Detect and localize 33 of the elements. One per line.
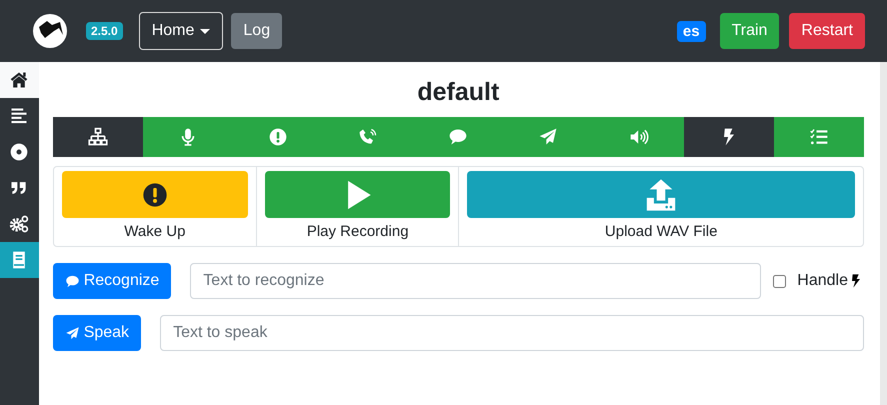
handle-checkbox[interactable] bbox=[773, 274, 786, 288]
sidebar-item[interactable] bbox=[0, 62, 39, 98]
logo[interactable] bbox=[32, 13, 68, 49]
network-icon bbox=[88, 127, 108, 147]
action-button[interactable] bbox=[62, 171, 248, 218]
chat-bubble-icon bbox=[64, 274, 80, 288]
language-badge: es bbox=[676, 20, 706, 42]
exclamation-icon bbox=[140, 180, 169, 208]
exclamation-icon bbox=[268, 127, 288, 147]
home-dropdown[interactable]: Home bbox=[138, 12, 224, 50]
checklist-icon bbox=[808, 127, 829, 147]
paper-plane-icon bbox=[64, 326, 80, 340]
version-badge: 2.5.0 bbox=[86, 22, 123, 40]
train-button[interactable]: Train bbox=[720, 13, 780, 49]
action-label: Play Recording bbox=[306, 223, 410, 240]
restart-button[interactable]: Restart bbox=[789, 13, 865, 49]
recognize-input[interactable]: Text to recognize bbox=[190, 263, 762, 299]
tab[interactable] bbox=[52, 117, 143, 157]
speak-button[interactable]: Speak bbox=[52, 315, 142, 351]
chat-bubble-icon bbox=[448, 127, 468, 147]
settings-icon bbox=[9, 214, 30, 234]
page-title: default bbox=[416, 78, 500, 107]
action-label: Upload WAV File bbox=[604, 223, 718, 240]
paper-plane-icon bbox=[538, 127, 558, 147]
recognize-button[interactable]: Recognize bbox=[52, 263, 172, 299]
log-button[interactable]: Log bbox=[231, 13, 282, 49]
speak-input[interactable]: Text to speak bbox=[160, 315, 864, 351]
text-lines-icon bbox=[9, 106, 30, 126]
tab[interactable] bbox=[684, 117, 774, 157]
speaker-icon bbox=[628, 127, 649, 147]
handle-label: Handle bbox=[797, 272, 848, 290]
action-label: Wake Up bbox=[123, 223, 186, 240]
home-icon bbox=[9, 70, 30, 90]
